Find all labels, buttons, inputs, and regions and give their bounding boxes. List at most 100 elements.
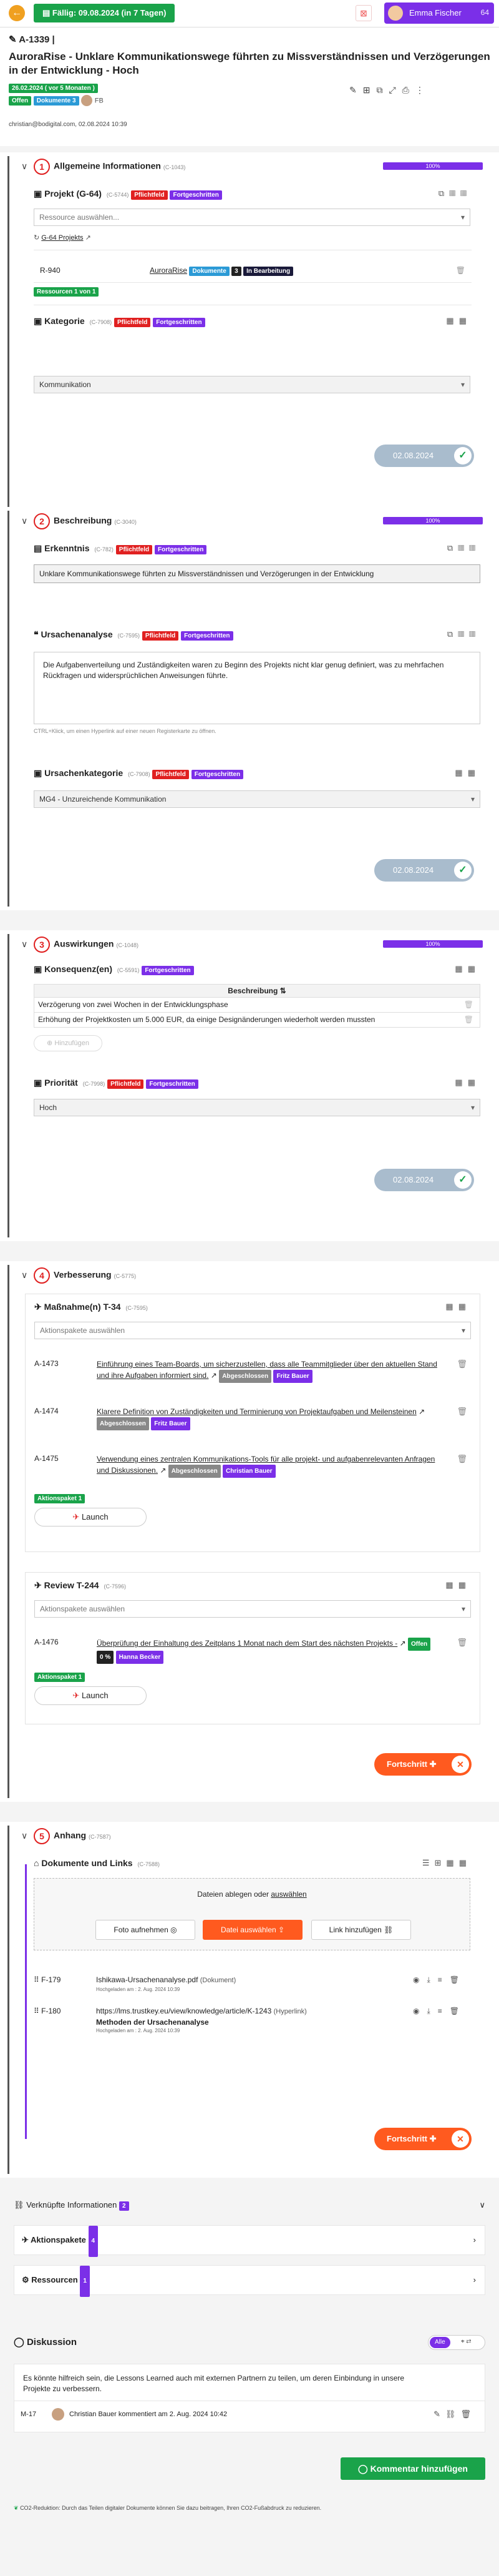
- chevron-down-icon[interactable]: ∨: [21, 1270, 27, 1281]
- prioritaet-select[interactable]: Hoch ▾: [34, 1099, 480, 1116]
- download-icon[interactable]: ⤓: [427, 1975, 437, 1984]
- ressource-select[interactable]: Ressource auswählen... ▾: [34, 209, 470, 226]
- trash-icon[interactable]: 🗑: [457, 1454, 467, 1464]
- calendar-icon[interactable]: ▦: [446, 316, 458, 325]
- trash-icon[interactable]: 🗑: [460, 2409, 476, 2419]
- file-row[interactable]: ⠿ F-180 https://lms.trustkey.eu/view/kno…: [34, 2005, 470, 2040]
- calendar-icon[interactable]: ▦: [445, 1302, 458, 1311]
- expand-icon[interactable]: ⤢: [389, 85, 402, 95]
- chevron-down-icon[interactable]: ∨: [21, 516, 27, 526]
- card-actions: ▦▦: [455, 1078, 480, 1088]
- more-icon[interactable]: ⋮: [415, 85, 430, 95]
- calendar-icon[interactable]: ▦: [455, 1078, 467, 1087]
- chevron-down-icon[interactable]: ∨: [479, 2200, 485, 2210]
- download-icon[interactable]: ⤓: [427, 2007, 437, 2015]
- linked-info: ⛓ Verknüpfte Informationen 2 ∨ ✈ Aktions…: [0, 2191, 499, 2323]
- close-icon[interactable]: ⊠: [356, 5, 372, 21]
- calendar-icon[interactable]: ▦: [458, 1302, 471, 1311]
- kategorie-select[interactable]: Kommunikation ▾: [34, 376, 470, 393]
- table-row[interactable]: Erhöhung der Projektkosten um 5.000 EUR,…: [34, 1013, 480, 1028]
- launch-button[interactable]: ✈ Launch: [34, 1686, 147, 1705]
- calendar-icon[interactable]: ▦: [458, 629, 469, 639]
- table-row[interactable]: Verzögerung von zwei Wochen in der Entwi…: [34, 998, 480, 1013]
- calendar-icon[interactable]: ▦: [469, 629, 480, 639]
- aktionspakete-select[interactable]: Aktionspakete auswählen ▾: [34, 1322, 471, 1339]
- resource-row[interactable]: AuroraRise Dokumente 3 In Bearbeitung: [150, 266, 294, 276]
- edit-icon[interactable]: ✎: [349, 85, 363, 95]
- edit-icon[interactable]: ✎: [434, 2409, 445, 2419]
- sliders-icon[interactable]: ≡: [438, 2007, 450, 2015]
- calendar-icon[interactable]: ▦: [459, 316, 472, 325]
- launch-button[interactable]: ✈ Launch: [34, 1508, 147, 1526]
- action-item[interactable]: Klarere Definition von Zuständigkeiten u…: [97, 1407, 446, 1430]
- calendar-icon[interactable]: ▦: [468, 768, 480, 777]
- progress-bar: 100%: [383, 517, 483, 524]
- calendar-icon[interactable]: ▦: [446, 1858, 458, 1867]
- calendar-icon[interactable]: ▦: [455, 964, 467, 973]
- calendar-icon[interactable]: ▦: [445, 1580, 458, 1590]
- action-item[interactable]: Überprüfung der Einhaltung des Zeitplans…: [97, 1638, 446, 1664]
- grid-icon[interactable]: ⊞: [363, 85, 377, 95]
- erkenntnis-field[interactable]: Unklare Kommunikationswege führten zu Mi…: [34, 564, 480, 583]
- aktionspakete-link[interactable]: ✈ Aktionspakete 4 ›: [14, 2225, 485, 2257]
- due-date-button[interactable]: ▤ Fällig: 09.08.2024 (in 7 Tagen): [34, 4, 175, 22]
- copy-icon[interactable]: ⧉: [447, 629, 458, 639]
- file-row[interactable]: ⠿ F-179 Ishikawa-Ursachenanalyse.pdf (Do…: [34, 1974, 470, 1999]
- massnahmen-title: ✈ Maßnahme(n) T-34 (C-7595): [34, 1302, 148, 1312]
- ursachen-textarea[interactable]: Die Aufgabenverteilung und Zuständigkeit…: [34, 652, 480, 724]
- completed-button[interactable]: 02.08.2024 ✓: [374, 445, 474, 467]
- filter-all[interactable]: Alle: [430, 2337, 450, 2348]
- drop-zone[interactable]: Dateien ablegen oder auswählen Foto aufn…: [34, 1878, 470, 1950]
- fortschritt-button[interactable]: Fortschritt ✚ ✕: [374, 2128, 472, 2150]
- calendar-icon[interactable]: ▦: [469, 543, 480, 553]
- link-button[interactable]: Link hinzufügen ⛓: [311, 1920, 411, 1940]
- trash-icon[interactable]: 🗑: [464, 1013, 473, 1026]
- back-arrow-icon[interactable]: ←: [9, 5, 25, 21]
- chevron-down-icon[interactable]: ∨: [21, 1831, 27, 1841]
- ressourcen-link[interactable]: ⚙ Ressourcen 1 ›: [14, 2265, 485, 2297]
- filter-icon[interactable]: ⌖ ⇄: [461, 2338, 471, 2345]
- add-comment-button[interactable]: ◯ Kommentar hinzufügen: [341, 2457, 485, 2480]
- grid-icon[interactable]: ⊞: [435, 1858, 447, 1867]
- copy-icon[interactable]: ⧉: [376, 85, 389, 95]
- trash-icon[interactable]: 🗑: [456, 266, 465, 275]
- trash-icon[interactable]: 🗑: [464, 998, 473, 1011]
- trash-icon[interactable]: 🗑: [450, 2007, 467, 2015]
- calendar-icon[interactable]: ▦: [458, 1580, 471, 1590]
- sliders-icon[interactable]: ≡: [438, 1975, 450, 1984]
- fortschritt-button[interactable]: Fortschritt ✚ ✕: [374, 1753, 472, 1776]
- link-icon[interactable]: ⛓: [445, 2409, 461, 2419]
- foto-button[interactable]: Foto aufnehmen ◎: [95, 1920, 195, 1940]
- chevron-down-icon[interactable]: ∨: [21, 161, 27, 172]
- eye-icon[interactable]: ◉: [413, 1975, 427, 1984]
- action-item[interactable]: Einführung eines Team-Boards, um sicherz…: [97, 1359, 446, 1383]
- copy-icon[interactable]: ⧉: [438, 189, 449, 198]
- discussion-filter[interactable]: Alle ⌖ ⇄: [428, 2335, 485, 2350]
- trash-icon[interactable]: 🗑: [457, 1638, 467, 1648]
- ursachenkategorie-select[interactable]: MG4 - Unzureichende Kommunikation ▾: [34, 790, 480, 808]
- calendar-icon[interactable]: ▦: [459, 1858, 472, 1867]
- documents-badge[interactable]: Dokumente 3: [33, 96, 79, 106]
- eye-icon[interactable]: ◉: [413, 2007, 427, 2015]
- user-menu[interactable]: Emma Fischer 64: [384, 2, 494, 24]
- print-icon[interactable]: ⎙: [402, 85, 415, 95]
- calendar-icon[interactable]: ▦: [468, 964, 480, 973]
- action-item[interactable]: Verwendung eines zentralen Kommunikation…: [97, 1454, 446, 1478]
- copy-icon[interactable]: ⧉: [447, 543, 458, 553]
- calendar-icon[interactable]: ▦: [458, 543, 469, 553]
- projekt-link[interactable]: ↻ G-64 Projekts ↗: [34, 234, 91, 242]
- chevron-down-icon[interactable]: ∨: [21, 939, 27, 950]
- trash-icon[interactable]: 🗑: [457, 1359, 467, 1369]
- aktionspakete-select[interactable]: Aktionspakete auswählen ▾: [34, 1600, 471, 1618]
- trash-icon[interactable]: 🗑: [457, 1407, 467, 1417]
- calendar-icon[interactable]: ▦: [449, 189, 460, 198]
- calendar-icon[interactable]: ▦: [455, 768, 467, 777]
- calendar-icon[interactable]: ▦: [468, 1078, 480, 1087]
- completed-button[interactable]: 02.08.2024 ✓: [374, 1169, 474, 1191]
- calendar-icon[interactable]: ▦: [460, 189, 472, 198]
- completed-button[interactable]: 02.08.2024 ✓: [374, 859, 474, 882]
- add-button[interactable]: ⊕ Hinzufügen: [34, 1035, 102, 1051]
- trash-icon[interactable]: 🗑: [450, 1975, 467, 1984]
- datei-button[interactable]: Datei auswählen ⇪: [203, 1920, 303, 1940]
- list-icon[interactable]: ☰: [422, 1858, 435, 1867]
